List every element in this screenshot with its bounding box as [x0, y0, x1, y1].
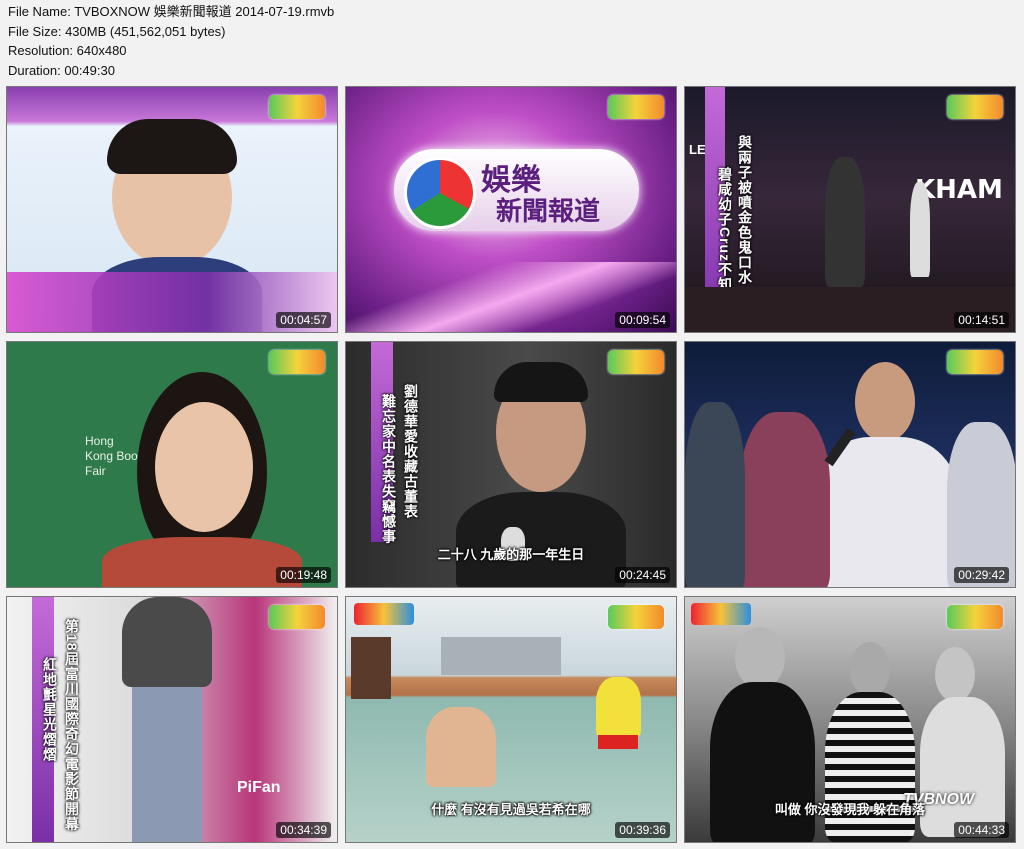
person-legs — [132, 687, 202, 842]
timestamp: 00:24:45 — [615, 567, 670, 583]
channel-logo-icon — [947, 95, 1003, 119]
audience-member — [740, 412, 830, 587]
thumbnail-2[interactable]: 娛樂 新聞報道 00:09:54 — [345, 86, 677, 333]
thumbnail-1[interactable]: 00:04:57 — [6, 86, 338, 333]
person-body — [456, 492, 626, 587]
timestamp: 00:44:33 — [954, 822, 1009, 838]
child-figure — [910, 182, 930, 277]
person-face — [735, 627, 785, 689]
timestamp: 00:09:54 — [615, 312, 670, 328]
caption-column-2: 難忘家中名表失竊憾事 — [381, 394, 397, 544]
person-body — [102, 537, 302, 587]
caption-column-1: 劉德華愛收藏古董表 — [403, 384, 419, 519]
thumbnail-4[interactable]: Hong Kong Book Fair 00:19:48 — [6, 341, 338, 588]
channel-logo-icon — [608, 350, 664, 374]
person-striped-shirt — [825, 692, 915, 842]
book-fair-sign: Hong Kong Book Fair — [85, 434, 144, 478]
pifan-sign: PiFan — [237, 779, 281, 796]
channel-logo-icon — [608, 95, 664, 119]
person-face — [850, 642, 890, 697]
lifeguard-tower — [351, 637, 391, 699]
timestamp: 00:34:39 — [276, 822, 331, 838]
thumbnail-8[interactable]: 什麼 有沒有見過吳若希在哪 00:39:36 — [345, 596, 677, 843]
red-shorts — [598, 735, 638, 749]
file-name-text: File Name: TVBOXNOW 娛樂新聞報道 2014-07-19.rm… — [8, 4, 335, 19]
file-info: File Name: TVBOXNOW 娛樂新聞報道 2014-07-19.rm… — [8, 2, 334, 80]
subtitle: 什麼 有沒有見過吳若希在哪 — [431, 802, 591, 817]
channel-logo-icon — [608, 605, 664, 629]
city-buildings — [441, 637, 561, 675]
person-top — [122, 597, 212, 687]
person-in-pool — [426, 707, 496, 787]
timestamp: 00:04:57 — [276, 312, 331, 328]
show-title-line2: 新聞報道 — [496, 197, 601, 227]
caption-column-2: 紅地氈星光熠熠 — [42, 657, 58, 762]
caption-column-1: 第18屆富川國際奇幻電影節開幕 — [64, 619, 80, 832]
channel-logo-icon — [269, 350, 325, 374]
timestamp: 00:29:42 — [954, 567, 1009, 583]
channel-logo-icon — [269, 95, 325, 119]
subtitle: 叫做 你沒發現我 躲在角落 — [774, 802, 926, 817]
channel-logo-icon — [269, 605, 325, 629]
thumbnail-3[interactable]: LEG KHAM 與兩子被噴金色鬼口水 碧咸幼子Cruz不知所措 00:14:5… — [684, 86, 1016, 333]
host-face — [855, 362, 915, 442]
hair — [494, 362, 588, 402]
audience-member — [947, 422, 1015, 587]
channel-logo-icon — [947, 605, 1003, 629]
person-yellow-shirt — [596, 677, 641, 737]
file-size-text: File Size: 430MB (451,562,051 bytes) — [8, 23, 226, 39]
show-logo-icon — [691, 603, 751, 625]
thumbnail-7[interactable]: 第18屆富川國際奇幻電影節開幕 紅地氈星光熠熠 PiFan 00:34:39 — [6, 596, 338, 843]
subtitle: 二十八 九歲的那一年生日 — [437, 547, 585, 562]
thumbnail-9[interactable]: TVBNOW 叫做 你沒發現我 躲在角落 00:44:33 — [684, 596, 1016, 843]
person-dark-shirt — [710, 682, 815, 842]
hair — [107, 119, 237, 174]
thumbnail-6[interactable]: 00:29:42 — [684, 341, 1016, 588]
duration-text: Duration: 00:49:30 — [8, 62, 115, 78]
show-logo-icon — [354, 603, 414, 625]
person-face — [155, 402, 253, 532]
audience-member — [685, 402, 745, 587]
resolution-text: Resolution: 640x480 — [8, 43, 127, 58]
timestamp: 00:39:36 — [615, 822, 670, 838]
person-face — [935, 647, 975, 702]
tvb-logo-icon — [404, 157, 476, 229]
thumbnail-5[interactable]: 劉德華愛收藏古董表 難忘家中名表失竊憾事 二十八 九歲的那一年生日 00:24:… — [345, 341, 677, 588]
person-figure — [825, 157, 865, 287]
caption-column-1: 與兩子被噴金色鬼口水 — [737, 135, 753, 285]
timestamp: 00:14:51 — [954, 312, 1009, 328]
timestamp: 00:19:48 — [276, 567, 331, 583]
channel-logo-icon — [947, 350, 1003, 374]
